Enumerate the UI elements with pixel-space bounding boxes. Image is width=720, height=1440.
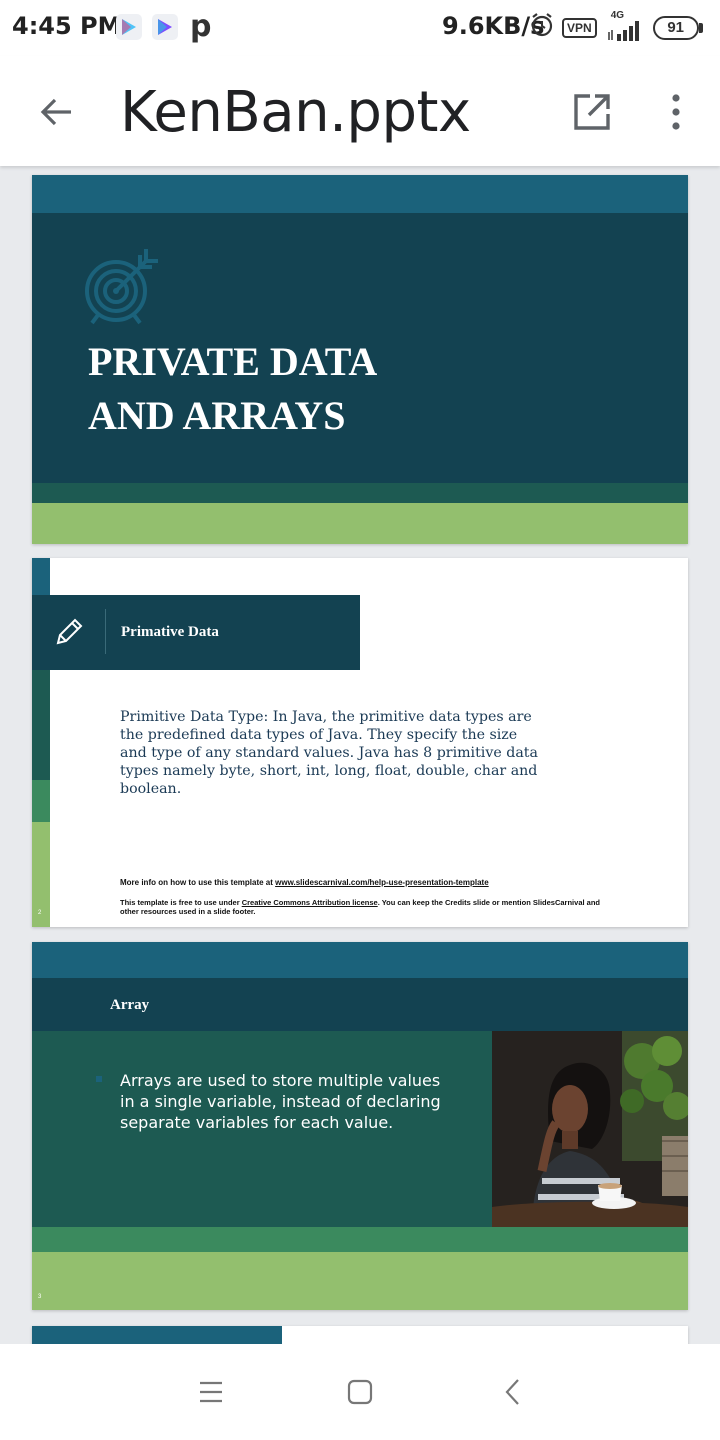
battery-level: 91 xyxy=(652,15,699,40)
slide-strip xyxy=(32,558,50,596)
header-divider xyxy=(105,609,106,654)
status-notification-icons: p xyxy=(116,9,212,44)
back-arrow-icon xyxy=(40,98,71,126)
slide-band xyxy=(32,175,688,213)
slide-page-number: 3 xyxy=(38,1294,42,1300)
slide-photo xyxy=(492,1031,688,1227)
slide-band xyxy=(32,942,688,978)
slide-band xyxy=(32,1252,688,1310)
document-title: KenBan.pptx xyxy=(120,80,471,145)
app-bar: KenBan.pptx xyxy=(0,56,720,166)
slide-page-number: 2 xyxy=(38,910,42,916)
more-info-prefix: More info on how to use this template at xyxy=(120,878,276,887)
more-info-text: More info on how to use this template at… xyxy=(120,878,640,887)
menu-icon xyxy=(200,1381,222,1403)
vpn-badge: VPN xyxy=(562,17,597,38)
license-prefix: This template is free to use under xyxy=(120,898,242,907)
slide-title: PRIVATE DATA AND ARRAYS xyxy=(88,335,377,443)
home-icon xyxy=(347,1379,373,1405)
more-options-button[interactable] xyxy=(652,86,700,138)
bullet-marker xyxy=(96,1076,102,1082)
slide-title-line-2: AND ARRAYS xyxy=(88,393,346,438)
slide-band xyxy=(32,1227,688,1252)
slide-4[interactable] xyxy=(32,1326,688,1344)
slide-header: Array xyxy=(32,978,688,1031)
back-icon xyxy=(505,1379,519,1405)
target-icon xyxy=(85,249,158,325)
status-time: 4:45 PM xyxy=(12,12,122,40)
slide-body-text: Arrays are used to store multiple values… xyxy=(120,1071,441,1132)
slide-header: Primative Data xyxy=(32,595,360,670)
system-back-button[interactable] xyxy=(494,1372,530,1412)
battery-icon: 91 xyxy=(652,15,703,40)
status-system-icons: VPN 4G 91 xyxy=(530,10,703,43)
open-external-icon xyxy=(574,94,610,130)
slide-strip xyxy=(32,780,50,822)
home-button[interactable] xyxy=(342,1372,378,1412)
alarm-icon xyxy=(530,12,554,43)
play-store-icon xyxy=(152,14,178,40)
license-text: This template is free to use under Creat… xyxy=(120,898,610,916)
back-button[interactable] xyxy=(32,88,80,136)
signal-icon: 4G xyxy=(605,10,645,42)
status-bar: 4:45 PM p 9.6KB/s VPN 4G 91 xyxy=(0,0,720,56)
slide-header-title: Primative Data xyxy=(121,624,219,640)
more-vert-icon xyxy=(672,94,680,130)
pencil-icon xyxy=(56,618,83,645)
slide-band xyxy=(32,483,688,503)
system-nav-bar xyxy=(0,1344,720,1440)
recents-button[interactable] xyxy=(194,1372,228,1412)
slide-band xyxy=(32,1326,282,1344)
play-store-icon xyxy=(116,14,142,40)
slide-body-text: Primitive Data Type: In Java, the primit… xyxy=(120,709,538,797)
slide-band xyxy=(32,503,688,544)
slide-2[interactable]: Primative Data Primitive Data Type: In J… xyxy=(32,558,688,927)
slide-list[interactable]: PRIVATE DATA AND ARRAYS Primative Data P… xyxy=(0,166,720,1344)
p-app-icon: p xyxy=(190,9,212,44)
slide-3[interactable]: Array Arrays are used to store multiple … xyxy=(32,942,688,1310)
slide-strip xyxy=(32,670,50,780)
slide-header-title: Array xyxy=(110,997,150,1013)
license-link[interactable]: Creative Commons Attribution license xyxy=(242,898,378,907)
template-help-link[interactable]: www.slidescarnival.com/help-use-presenta… xyxy=(275,878,489,887)
slide-title-line-1: PRIVATE DATA xyxy=(88,339,378,384)
slide-1[interactable]: PRIVATE DATA AND ARRAYS xyxy=(32,175,688,544)
open-with-button[interactable] xyxy=(566,86,618,138)
